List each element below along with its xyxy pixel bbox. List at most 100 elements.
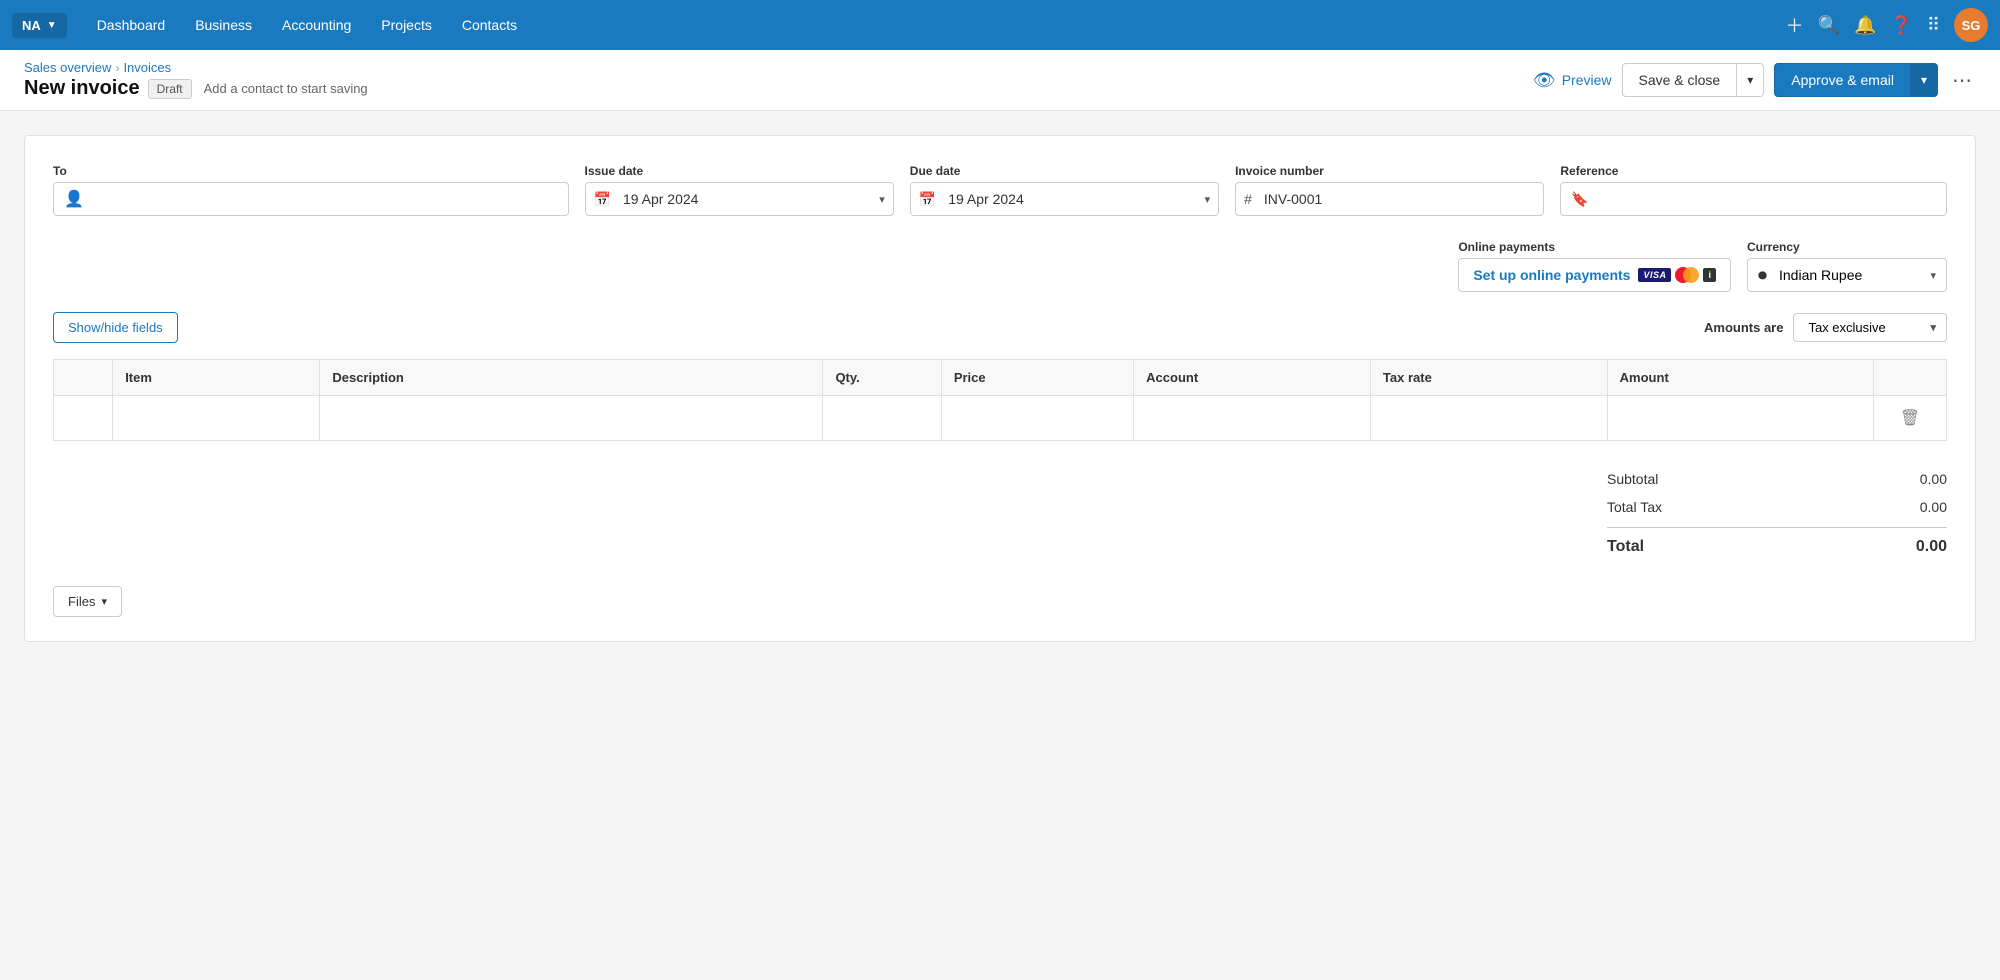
col-header-tax-rate: Tax rate bbox=[1370, 360, 1607, 396]
breadcrumb-parent[interactable]: Sales overview bbox=[24, 60, 111, 75]
row-amount[interactable] bbox=[1607, 396, 1873, 441]
currency-group: Currency ⏺ Indian Rupee ▾ bbox=[1747, 240, 1947, 292]
row-description[interactable] bbox=[320, 396, 823, 441]
approve-email-dropdown[interactable]: ▾ bbox=[1911, 63, 1938, 97]
avatar[interactable]: SG bbox=[1954, 8, 1988, 42]
visa-icon: VISA bbox=[1638, 268, 1671, 282]
due-date-chevron-icon[interactable]: ▾ bbox=[1205, 193, 1211, 206]
breadcrumb-current[interactable]: Invoices bbox=[123, 60, 171, 75]
to-input[interactable] bbox=[92, 183, 558, 215]
nav-business[interactable]: Business bbox=[181, 11, 266, 39]
preview-button[interactable]: 👁 Preview bbox=[1533, 70, 1612, 91]
navbar: NA ▼ Dashboard Business Accounting Proje… bbox=[0, 0, 2000, 50]
row-account[interactable] bbox=[1134, 396, 1371, 441]
calendar-icon-due: 📅 bbox=[919, 191, 936, 208]
issue-date-group: Issue date 📅 ▾ bbox=[585, 164, 894, 216]
nav-links: Dashboard Business Accounting Projects C… bbox=[83, 11, 1782, 39]
table-header: Item Description Qty. Price Account Tax … bbox=[54, 360, 1947, 396]
eye-icon: 👁 bbox=[1533, 70, 1556, 91]
row-item[interactable] bbox=[113, 396, 320, 441]
col-header-account: Account bbox=[1134, 360, 1371, 396]
invoice-table: Item Description Qty. Price Account Tax … bbox=[53, 359, 1947, 441]
due-date-group: Due date 📅 ▾ bbox=[910, 164, 1219, 216]
bell-icon[interactable]: 🔔 bbox=[1854, 15, 1876, 36]
currency-select[interactable]: Indian Rupee bbox=[1775, 259, 1922, 291]
help-icon[interactable]: ❓ bbox=[1890, 15, 1912, 36]
row-desc-input[interactable] bbox=[330, 410, 812, 426]
org-name: NA bbox=[22, 18, 41, 33]
nav-projects[interactable]: Projects bbox=[367, 11, 446, 39]
currency-select-wrap: ⏺ Indian Rupee ▾ bbox=[1747, 258, 1947, 292]
invoice-card: To 👤 Issue date 📅 ▾ Due date 📅 bbox=[24, 135, 1976, 642]
due-date-wrap: 📅 ▾ bbox=[910, 182, 1219, 216]
invoice-number-group: Invoice number # bbox=[1235, 164, 1544, 216]
row-item-input[interactable] bbox=[123, 410, 309, 426]
row-account-input[interactable] bbox=[1144, 410, 1360, 426]
online-payments-group: Online payments Set up online payments V… bbox=[1458, 240, 1731, 292]
save-close-button[interactable]: Save & close bbox=[1622, 63, 1738, 97]
totals-section: Subtotal 0.00 Total Tax 0.00 Total 0.00 bbox=[53, 465, 1947, 562]
nav-dashboard[interactable]: Dashboard bbox=[83, 11, 180, 39]
total-value: 0.00 bbox=[1867, 538, 1947, 556]
row-price-input[interactable] bbox=[952, 410, 1123, 426]
total-row: Total 0.00 bbox=[1607, 527, 1947, 562]
row-tax-rate[interactable] bbox=[1370, 396, 1607, 441]
page-title: New invoice bbox=[24, 77, 140, 100]
delete-row-button[interactable]: 🗑 bbox=[1896, 404, 1924, 432]
col-header-description: Description bbox=[320, 360, 823, 396]
hash-icon: # bbox=[1244, 191, 1252, 207]
subtotal-row: Subtotal 0.00 bbox=[1607, 465, 1947, 493]
bookmark-icon: 🔖 bbox=[1571, 191, 1588, 208]
card-icons: VISA i bbox=[1638, 267, 1716, 283]
due-date-input[interactable] bbox=[944, 183, 1196, 215]
row-qty[interactable] bbox=[823, 396, 941, 441]
mastercard-icon bbox=[1675, 267, 1699, 283]
files-button[interactable]: Files ▾ bbox=[53, 586, 122, 617]
currency-label: Currency bbox=[1747, 240, 1947, 254]
more-options-button[interactable]: ⋯ bbox=[1948, 64, 1976, 97]
subtotal-value: 0.00 bbox=[1867, 471, 1947, 487]
row-price[interactable] bbox=[941, 396, 1133, 441]
preview-label: Preview bbox=[1562, 72, 1612, 88]
grid-icon[interactable]: ⠿ bbox=[1927, 15, 1940, 36]
add-icon[interactable]: ＋ bbox=[1786, 12, 1804, 38]
row-tax-input[interactable] bbox=[1381, 410, 1597, 426]
reference-group: Reference 🔖 bbox=[1560, 164, 1947, 216]
issue-date-input[interactable] bbox=[619, 183, 871, 215]
total-tax-row: Total Tax 0.00 bbox=[1607, 493, 1947, 521]
files-label: Files bbox=[68, 594, 95, 609]
more-cards-icon: i bbox=[1703, 268, 1716, 282]
options-row: Show/hide fields Amounts are Tax exclusi… bbox=[53, 312, 1947, 343]
files-chevron-icon: ▾ bbox=[101, 595, 107, 608]
nav-accounting[interactable]: Accounting bbox=[268, 11, 365, 39]
invoice-footer: Files ▾ bbox=[53, 586, 1947, 617]
payments-row: Online payments Set up online payments V… bbox=[53, 240, 1947, 292]
invoice-number-label: Invoice number bbox=[1235, 164, 1544, 178]
org-switcher[interactable]: NA ▼ bbox=[12, 13, 67, 38]
main-content: To 👤 Issue date 📅 ▾ Due date 📅 bbox=[0, 111, 2000, 666]
save-close-dropdown[interactable]: ▾ bbox=[1737, 63, 1764, 97]
total-tax-value: 0.00 bbox=[1867, 499, 1947, 515]
save-close-group: Save & close ▾ bbox=[1622, 63, 1765, 97]
setup-payments-button[interactable]: Set up online payments VISA i bbox=[1458, 258, 1731, 292]
search-icon[interactable]: 🔍 bbox=[1818, 15, 1840, 36]
draft-badge: Draft bbox=[148, 79, 192, 99]
person-icon: 👤 bbox=[64, 189, 84, 209]
col-header-num bbox=[54, 360, 113, 396]
reference-input[interactable] bbox=[1597, 183, 1936, 215]
table-body: 🗑 bbox=[54, 396, 1947, 441]
invoice-number-input[interactable] bbox=[1260, 183, 1536, 215]
row-amount-input[interactable] bbox=[1618, 410, 1863, 426]
nav-contacts[interactable]: Contacts bbox=[448, 11, 531, 39]
approve-email-button[interactable]: Approve & email bbox=[1774, 63, 1911, 97]
reference-label: Reference bbox=[1560, 164, 1947, 178]
issue-date-chevron-icon[interactable]: ▾ bbox=[879, 193, 885, 206]
to-label: To bbox=[53, 164, 569, 178]
show-hide-fields-button[interactable]: Show/hide fields bbox=[53, 312, 178, 343]
col-header-amount: Amount bbox=[1607, 360, 1873, 396]
header-left: Sales overview › Invoices New invoice Dr… bbox=[24, 60, 368, 100]
breadcrumb-separator: › bbox=[115, 61, 119, 75]
amounts-are-label: Amounts are bbox=[1704, 320, 1783, 335]
amounts-are-select[interactable]: Tax exclusive bbox=[1804, 314, 1924, 341]
row-qty-input[interactable] bbox=[833, 410, 930, 426]
